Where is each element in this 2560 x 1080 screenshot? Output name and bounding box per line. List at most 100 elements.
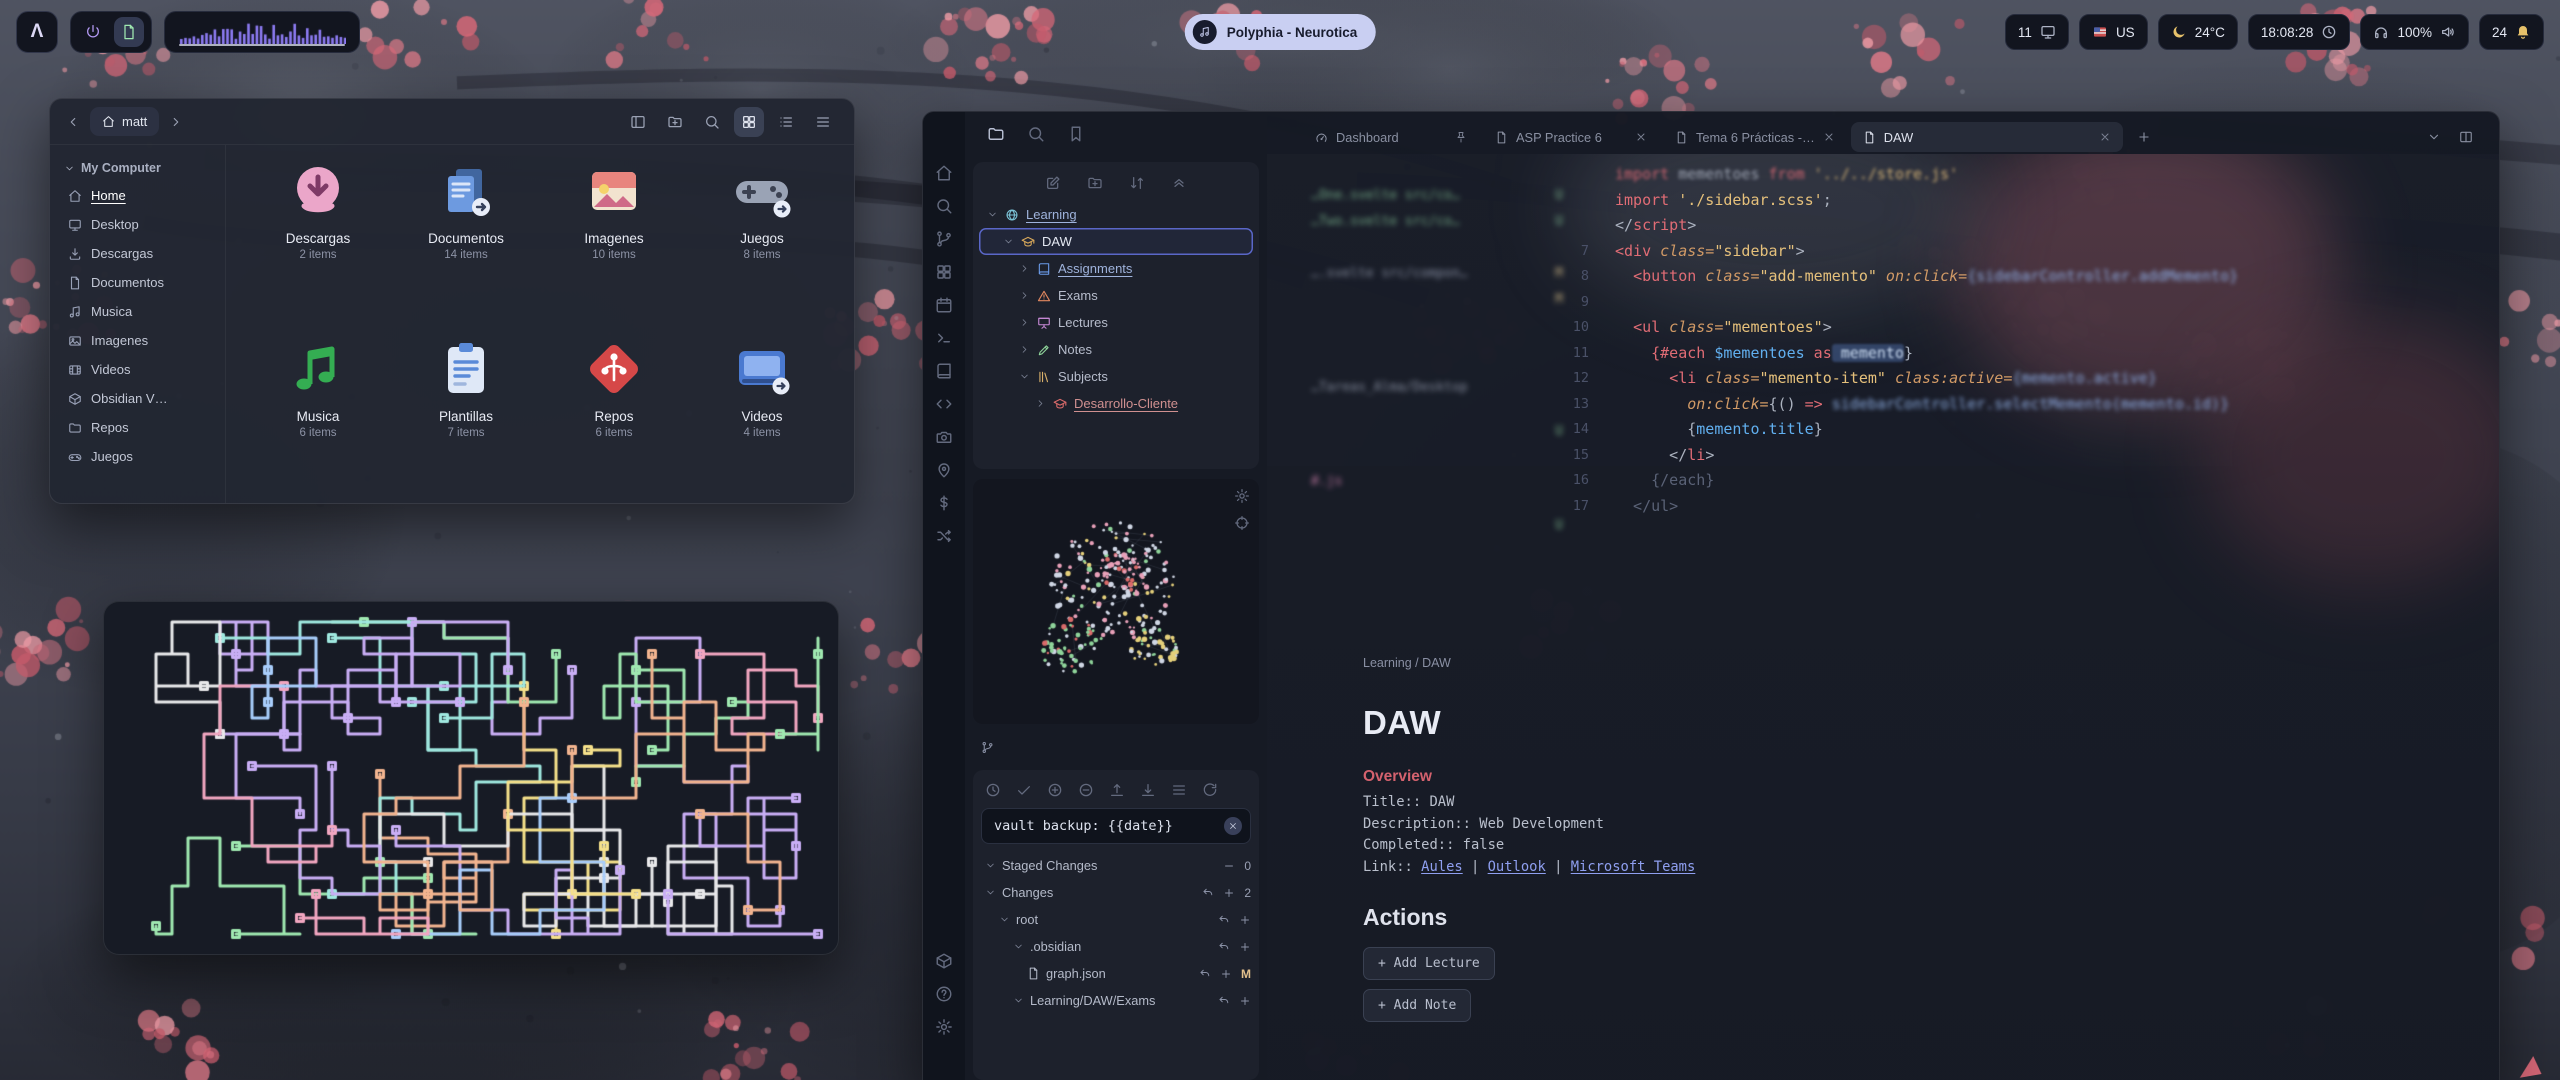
close-icon[interactable] <box>1823 131 1835 143</box>
backup-button[interactable] <box>985 782 1001 798</box>
pull-button[interactable] <box>1140 782 1156 798</box>
power-button[interactable] <box>78 17 108 47</box>
tab-tema-6-pr-cticas[interactable]: Tema 6 Prácticas -… <box>1663 122 1847 152</box>
folder-documentos[interactable]: Documentos14 items <box>392 159 540 311</box>
sidebar-item-home[interactable]: Home <box>64 181 217 210</box>
sidebar-item-videos[interactable]: Videos <box>64 355 217 384</box>
graph-settings-button[interactable] <box>1234 488 1250 504</box>
sort-button[interactable] <box>1129 175 1145 191</box>
bookmarks-tab[interactable] <box>1067 125 1085 143</box>
sidebar-item-repos[interactable]: Repos <box>64 413 217 442</box>
tree-item-learning[interactable]: Learning <box>979 201 1253 228</box>
back-button[interactable] <box>66 115 80 129</box>
tab-daw[interactable]: DAW <box>1851 122 2123 152</box>
ribbon-box-button[interactable] <box>935 952 953 970</box>
volume-pill[interactable]: 100% <box>2360 14 2469 50</box>
ribbon-terminal-button[interactable] <box>935 329 953 347</box>
now-playing-widget[interactable]: Polyphia - Neurotica <box>1185 14 1376 50</box>
sidebar-item-imagenes[interactable]: Imagenes <box>64 326 217 355</box>
undo-icon[interactable] <box>1218 914 1230 926</box>
git-item-learning-daw-exams[interactable]: Learning/DAW/Exams <box>981 987 1251 1014</box>
files-tab[interactable] <box>987 125 1005 143</box>
undo-icon[interactable] <box>1218 995 1230 1007</box>
git-item-staged-changes[interactable]: Staged Changes0 <box>981 852 1251 879</box>
plus-icon[interactable] <box>1239 941 1251 953</box>
fm-sidebar-header[interactable]: My Computer <box>64 155 217 181</box>
undo-icon[interactable] <box>1202 887 1214 899</box>
sidebar-item-desktop[interactable]: Desktop <box>64 210 217 239</box>
note-button-add-note[interactable]: + Add Note <box>1363 989 1471 1022</box>
close-icon[interactable] <box>1635 131 1647 143</box>
git-item-changes[interactable]: Changes2 <box>981 879 1251 906</box>
tree-item-daw[interactable]: DAW <box>979 228 1253 255</box>
sidebar-item-musica[interactable]: Musica <box>64 297 217 326</box>
keyboard-layout-pill[interactable]: US <box>2079 14 2148 50</box>
weather-pill[interactable]: 24°C <box>2158 14 2238 50</box>
undo-icon[interactable] <box>1199 968 1211 980</box>
commit-button[interactable] <box>1016 782 1032 798</box>
sidebar-item-juegos[interactable]: Juegos <box>64 442 217 471</box>
menu-button[interactable] <box>808 107 838 137</box>
editor-area[interactable]: import mementoes from '../../store.js'im… <box>1267 154 2499 1080</box>
clear-button[interactable] <box>1224 817 1242 835</box>
refresh-button[interactable] <box>1202 782 1218 798</box>
note-button-add-lecture[interactable]: + Add Lecture <box>1363 947 1495 980</box>
ribbon-git-branch-button[interactable] <box>935 230 953 248</box>
note-link[interactable]: Aules <box>1421 859 1463 875</box>
search-tab[interactable] <box>1027 125 1045 143</box>
ribbon-camera-button[interactable] <box>935 428 953 446</box>
ribbon-map-pin-button[interactable] <box>935 461 953 479</box>
new-folder-button[interactable] <box>1087 175 1103 191</box>
ribbon-dollar-button[interactable] <box>935 494 953 512</box>
commit-message-input[interactable] <box>994 818 1224 834</box>
ribbon-help-button[interactable] <box>935 985 953 1003</box>
tab-list-button[interactable] <box>2427 130 2441 144</box>
tab-asp-practice-6[interactable]: ASP Practice 6 <box>1483 122 1659 152</box>
split-view-button[interactable] <box>623 107 653 137</box>
close-icon[interactable] <box>2099 131 2111 143</box>
plus-icon[interactable] <box>1223 887 1235 899</box>
note-link[interactable]: Outlook <box>1488 859 1546 875</box>
graph-filter-button[interactable] <box>1234 515 1250 531</box>
plus-icon[interactable] <box>1220 968 1232 980</box>
breadcrumb[interactable]: matt <box>90 107 159 136</box>
ribbon-grid-button[interactable] <box>935 263 953 281</box>
stage-all-button[interactable] <box>1047 782 1063 798</box>
fm-titlebar[interactable]: matt <box>50 99 854 145</box>
sidebar-item-obsidian-v[interactable]: Obsidian V… <box>64 384 217 413</box>
folder-juegos[interactable]: Juegos8 items <box>688 159 836 311</box>
collapse-all-button[interactable] <box>1171 175 1187 191</box>
folder-plantillas[interactable]: Plantillas7 items <box>392 337 540 489</box>
view-list-button[interactable] <box>771 107 801 137</box>
minus-icon[interactable] <box>1223 860 1235 872</box>
folder-musica[interactable]: Musica6 items <box>244 337 392 489</box>
ribbon-calendar-button[interactable] <box>935 296 953 314</box>
search-button[interactable] <box>697 107 727 137</box>
new-note-button[interactable] <box>1045 175 1061 191</box>
undo-icon[interactable] <box>1218 941 1230 953</box>
git-item-root[interactable]: root <box>981 906 1251 933</box>
clock-pill[interactable]: 18:08:28 <box>2248 14 2351 50</box>
tree-item-assignments[interactable]: Assignments <box>979 255 1253 282</box>
ribbon-shuffle-button[interactable] <box>935 527 953 545</box>
folder-imagenes[interactable]: Imagenes10 items <box>540 159 688 311</box>
tree-item-notes[interactable]: Notes <box>979 336 1253 363</box>
push-button[interactable] <box>1109 782 1125 798</box>
workspaces-pill[interactable]: 11 <box>2005 14 2069 50</box>
tree-item-desarrollo-cliente[interactable]: Desarrollo-Cliente <box>979 390 1253 417</box>
ribbon-home-button[interactable] <box>935 164 953 182</box>
layout-button[interactable] <box>1171 782 1187 798</box>
plus-icon[interactable] <box>1239 914 1251 926</box>
tree-item-subjects[interactable]: Subjects <box>979 363 1253 390</box>
forward-button[interactable] <box>169 115 183 129</box>
sidebar-item-documentos[interactable]: Documentos <box>64 268 217 297</box>
launcher-button[interactable]: Λ <box>16 11 58 53</box>
note-link[interactable]: Microsoft Teams <box>1571 859 1696 875</box>
view-grid-button[interactable] <box>734 107 764 137</box>
ribbon-book-button[interactable] <box>935 362 953 380</box>
ribbon-gear-button[interactable] <box>935 1018 953 1036</box>
tree-item-exams[interactable]: Exams <box>979 282 1253 309</box>
ribbon-code-button[interactable] <box>935 395 953 413</box>
sidebar-item-descargas[interactable]: Descargas <box>64 239 217 268</box>
ribbon-search-button[interactable] <box>935 197 953 215</box>
